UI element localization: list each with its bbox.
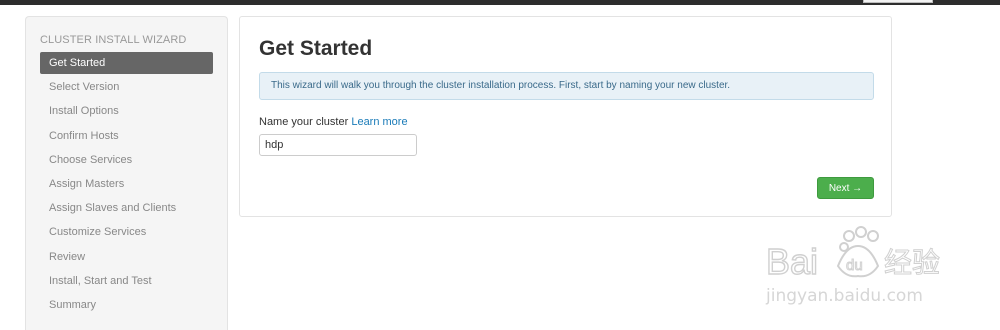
svg-text:经验: 经验 [884, 246, 940, 279]
svg-text:Bai: Bai [766, 241, 818, 282]
wizard-steps-list: Get Started Select Version Install Optio… [40, 52, 213, 318]
sidebar-item-install-options: Install Options [49, 105, 119, 118]
sidebar-item-get-started[interactable]: Get Started [40, 52, 213, 74]
cluster-name-label: Name your cluster Learn more [259, 116, 408, 128]
sidebar-item-summary: Summary [49, 298, 97, 311]
top-bar [0, 0, 1000, 5]
sidebar-item-confirm-hosts: Confirm Hosts [49, 129, 119, 142]
cluster-name-label-text: Name your cluster [259, 116, 349, 128]
baidu-jingyan-watermark: Bai du 经验 jingyan.baidu.com [765, 222, 956, 310]
main-panel: Get Started This wizard will walk you th… [239, 16, 892, 217]
wizard-sidebar: CLUSTER INSTALL WIZARD Get Started Selec… [25, 16, 228, 330]
sidebar-header: CLUSTER INSTALL WIZARD [40, 34, 187, 46]
next-button[interactable]: Next → [817, 177, 874, 199]
cluster-name-input[interactable] [259, 134, 417, 156]
sidebar-item-customize-services: Customize Services [49, 226, 147, 239]
top-bar-control[interactable] [863, 0, 933, 3]
learn-more-link[interactable]: Learn more [351, 116, 407, 128]
sidebar-item-assign-slaves-clients: Assign Slaves and Clients [49, 202, 177, 215]
info-alert: This wizard will walk you through the cl… [259, 72, 874, 100]
sidebar-item-install-start-test: Install, Start and Test [49, 274, 152, 287]
baidu-logo-icon: Bai du 经验 [765, 226, 941, 283]
sidebar-item-choose-services: Choose Services [49, 153, 133, 166]
sidebar-item-select-version: Select Version [49, 81, 120, 94]
sidebar-item-review: Review [49, 250, 86, 263]
page-title: Get Started [259, 37, 373, 60]
sidebar-item-assign-masters: Assign Masters [49, 177, 125, 190]
watermark-url: jingyan.baidu.com [766, 286, 923, 306]
svg-text:du: du [846, 257, 863, 274]
